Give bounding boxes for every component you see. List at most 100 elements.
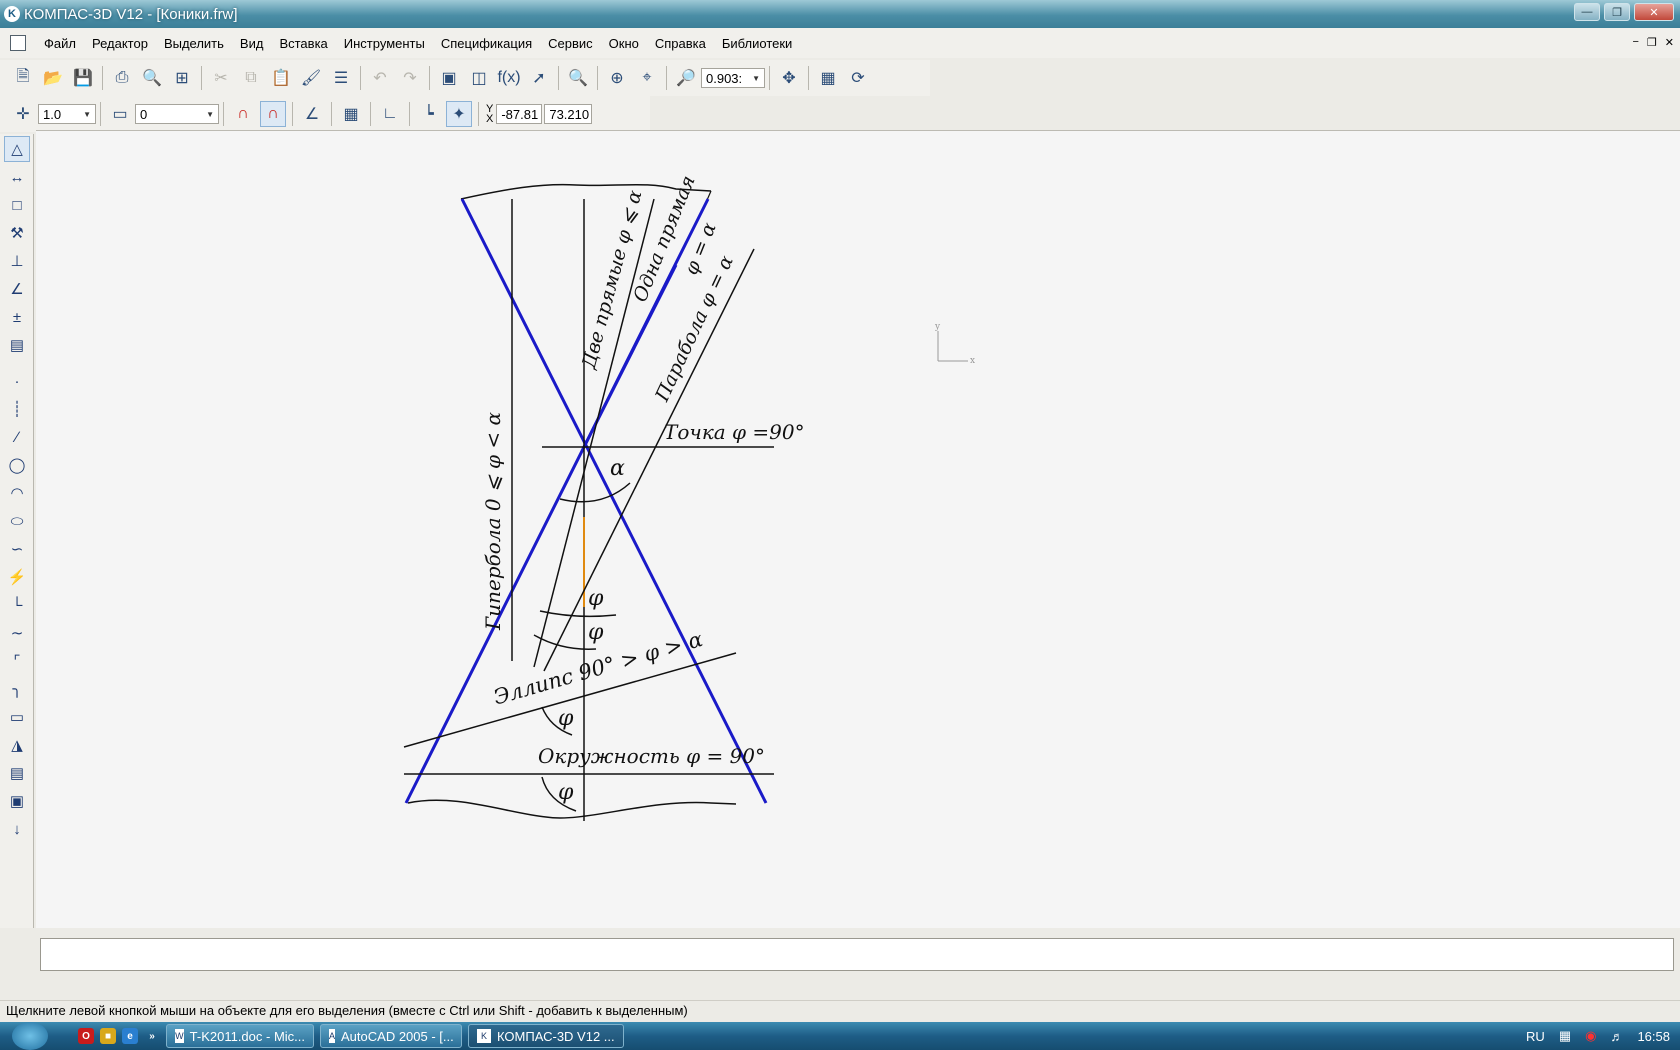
close-button[interactable]: ✕ [1634, 3, 1674, 21]
grid-icon[interactable]: ▦ [338, 101, 364, 127]
auxiliary-line-icon[interactable]: ┊ [4, 396, 30, 422]
zoom-fit-icon[interactable]: ⌖ [634, 65, 660, 91]
zoom-window-icon[interactable]: 🔍 [565, 65, 591, 91]
circle-tool-icon[interactable]: ◯ [4, 452, 30, 478]
layer-combo[interactable]: 0 ▼ [135, 104, 219, 124]
dimensions-panel-icon[interactable]: ↔ [4, 164, 30, 190]
task-kompas[interactable]: K КОМПАС-3D V12 ... [468, 1024, 624, 1048]
menu-insert[interactable]: Вставка [271, 36, 335, 51]
new-document-icon[interactable]: 🗎 [10, 65, 36, 91]
menu-file[interactable]: Файл [36, 36, 84, 51]
doc-close-icon[interactable]: ✕ [1665, 36, 1674, 49]
parametrization-panel-icon[interactable]: ⊥ [4, 248, 30, 274]
step-combo[interactable]: 1.0 ▼ [38, 104, 96, 124]
status-bar: Щелкните левой кнопкой мыши на объекте д… [0, 1000, 1680, 1022]
task-word[interactable]: W T-K2011.doc - Mic... [166, 1024, 314, 1048]
network-icon[interactable]: ▦ [1559, 1028, 1571, 1044]
fill-tool-icon[interactable]: ▣ [4, 788, 30, 814]
variables-fx-icon[interactable]: f(x) [496, 65, 522, 91]
rectangle-tool-icon[interactable]: ▭ [4, 704, 30, 730]
insert-fragment-icon[interactable]: ↓ [4, 816, 30, 842]
save-icon[interactable]: 💾 [70, 65, 96, 91]
chamfer-tool-icon[interactable]: ⌜ [4, 648, 30, 674]
snap-magnet-icon[interactable]: ∩ [230, 101, 256, 127]
menu-specification[interactable]: Спецификация [433, 36, 540, 51]
manager-icon[interactable]: ▣ [436, 65, 462, 91]
doc-restore-icon[interactable]: ❐ [1647, 36, 1657, 49]
pan-icon[interactable]: ✥ [776, 65, 802, 91]
document-icon[interactable] [10, 35, 26, 51]
arc-tool-icon[interactable]: ◠ [4, 480, 30, 506]
task-autocad[interactable]: A AutoCAD 2005 - [... [320, 1024, 462, 1048]
menu-window[interactable]: Окно [601, 36, 647, 51]
redo-icon[interactable]: ↷ [397, 65, 423, 91]
context-help-icon[interactable]: ➚ [526, 65, 552, 91]
select-panel-icon[interactable]: ± [4, 304, 30, 330]
copy-icon[interactable]: ⧉ [238, 65, 264, 91]
point-tool-icon[interactable]: · [4, 368, 30, 394]
zoom-in-icon[interactable]: ⊕ [604, 65, 630, 91]
compact-panel: △ ↔ □ ⚒ ⊥ ∠ ± ▤ · ┊ ∕ ◯ ◠ ⬭ ∽ ⚡ └ ∼ ⌜ ╮ … [0, 134, 34, 934]
drawing-canvas[interactable]: Гипербола 0 ⩽ φ < α Две прямые φ ⩽ α Одн… [36, 130, 1680, 928]
coord-x-field[interactable]: -87.81 [496, 104, 543, 124]
spec-panel-icon[interactable]: ▤ [4, 332, 30, 358]
layer-icon[interactable]: ▭ [107, 101, 133, 127]
print-icon[interactable]: ⎙ [109, 65, 135, 91]
local-cs-icon[interactable]: ∟ [377, 101, 403, 127]
properties-list-icon[interactable]: ☰ [328, 65, 354, 91]
task-autocad-label: AutoCAD 2005 - [... [341, 1028, 454, 1044]
menu-libraries[interactable]: Библиотеки [714, 36, 800, 51]
zoom-combo[interactable]: 0.903: ▼ [701, 68, 765, 88]
orthogonal-mode-icon[interactable]: ┕ [416, 101, 442, 127]
format-painter-icon[interactable]: 🖌 [298, 65, 324, 91]
contour-tool-icon[interactable]: ◮ [4, 732, 30, 758]
coord-y-field[interactable]: 73.210 [544, 104, 593, 124]
clock[interactable]: 16:58 [1637, 1029, 1670, 1044]
segment-tool-icon[interactable]: ∕ [4, 424, 30, 450]
measure-panel-icon[interactable]: ∠ [4, 276, 30, 302]
circle-label: Окружность φ = 90° [538, 744, 765, 768]
ortho-icon[interactable]: ∠ [299, 101, 325, 127]
fillet-tool-icon[interactable]: ╮ [4, 676, 30, 702]
print-preview-icon[interactable]: 🔍 [139, 65, 165, 91]
layers-icon[interactable]: ◫ [466, 65, 492, 91]
rebuild-icon[interactable]: ▦ [815, 65, 841, 91]
explorer-icon[interactable]: ■ [100, 1028, 116, 1044]
ie-icon[interactable]: e [122, 1028, 138, 1044]
open-folder-icon[interactable]: 📂 [40, 65, 66, 91]
document-manager-icon[interactable]: ⊞ [169, 65, 195, 91]
nurbs-tool-icon[interactable]: ∼ [4, 620, 30, 646]
language-indicator[interactable]: RU [1526, 1029, 1545, 1044]
menu-tools[interactable]: Инструменты [336, 36, 433, 51]
cut-icon[interactable]: ✂ [208, 65, 234, 91]
ellipse-tool-icon[interactable]: ⬭ [4, 508, 30, 534]
menu-edit[interactable]: Редактор [84, 36, 156, 51]
undo-icon[interactable]: ↶ [367, 65, 393, 91]
hatch-tool-icon[interactable]: ▤ [4, 760, 30, 786]
editing-panel-icon[interactable]: ⚒ [4, 220, 30, 246]
volume-icon[interactable]: ♬ [1610, 1029, 1623, 1044]
restore-button[interactable]: ❐ [1604, 3, 1630, 21]
paste-icon[interactable]: 📋 [268, 65, 294, 91]
geometry-panel-icon[interactable]: △ [4, 136, 30, 162]
step-cursor-icon[interactable]: ✛ [10, 101, 36, 127]
menu-help[interactable]: Справка [647, 36, 714, 51]
menu-service[interactable]: Сервис [540, 36, 601, 51]
spline-tool-icon[interactable]: ∽ [4, 536, 30, 562]
bezier-tool-icon[interactable]: ⚡ [4, 564, 30, 590]
antivirus-icon[interactable]: ◉ [1585, 1028, 1596, 1044]
designations-panel-icon[interactable]: □ [4, 192, 30, 218]
round-icon[interactable]: ✦ [446, 101, 472, 127]
menu-view[interactable]: Вид [232, 36, 272, 51]
refresh-icon[interactable]: ⟳ [845, 65, 871, 91]
command-line-field[interactable] [40, 938, 1674, 971]
polyline-tool-icon[interactable]: └ [4, 592, 30, 618]
minimize-button[interactable]: — [1574, 3, 1600, 21]
opera-icon[interactable]: O [78, 1028, 94, 1044]
zoom-scale-icon[interactable]: 🔎 [673, 65, 699, 91]
menu-select[interactable]: Выделить [156, 36, 232, 51]
doc-minimize-icon[interactable]: − [1632, 36, 1638, 49]
local-snap-magnet-icon[interactable]: ∩ [260, 101, 286, 127]
start-button[interactable] [12, 1022, 48, 1050]
more-chevron-icon[interactable]: » [144, 1028, 160, 1044]
